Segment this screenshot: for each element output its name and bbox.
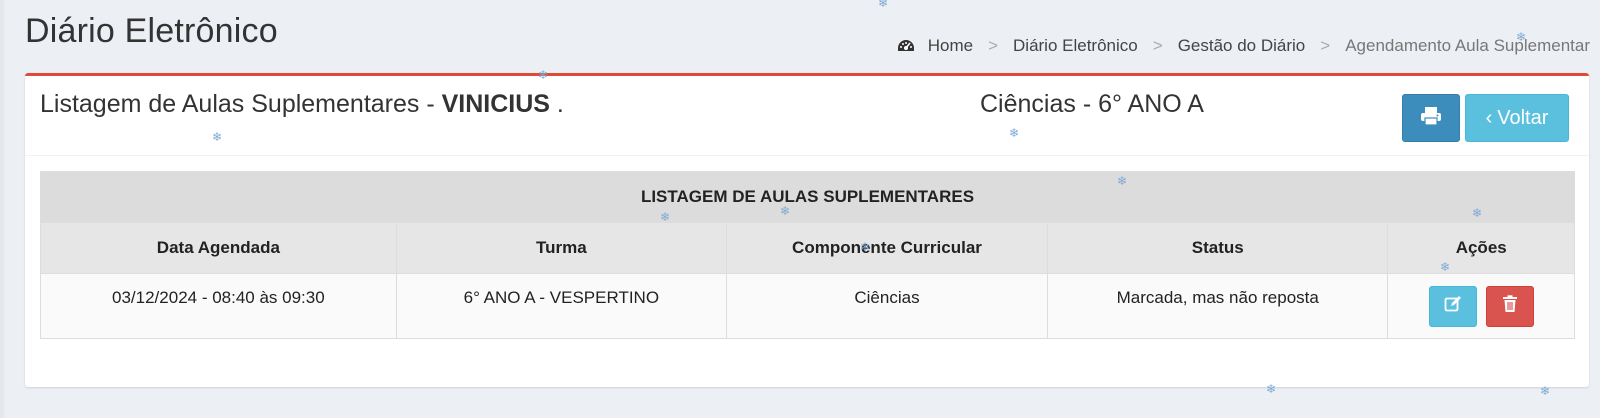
header-turma: Turma	[395, 222, 727, 274]
back-button[interactable]: ‹ Voltar	[1465, 94, 1569, 142]
breadcrumb-home[interactable]: Home	[928, 36, 973, 56]
table-row: 03/12/2024 - 08:40 às 09:30 6° ANO A - V…	[40, 273, 1575, 339]
list-title-prefix: Listagem de Aulas Suplementares -	[40, 90, 442, 118]
dashboard-icon	[896, 38, 916, 54]
breadcrumb: Home > Diário Eletrônico > Gestão do Diá…	[896, 36, 1590, 56]
main-box: Listagem de Aulas Suplementares - VINICI…	[25, 73, 1589, 387]
cell-turma: 6° ANO A - VESPERTINO	[395, 273, 727, 339]
table-caption: LISTAGEM DE AULAS SUPLEMENTARES	[40, 171, 1575, 223]
cell-componente: Ciências	[725, 273, 1049, 339]
list-title-suffix: .	[549, 90, 564, 118]
back-button-label: Voltar	[1497, 106, 1549, 129]
edit-icon	[1444, 295, 1462, 318]
teacher-name: VINICIUS	[441, 90, 550, 118]
cell-date: 03/12/2024 - 08:40 às 09:30	[40, 273, 397, 339]
subject-class-label: Ciências - 6° ANO A	[980, 90, 1204, 118]
breadcrumb-separator: >	[1152, 36, 1163, 55]
print-button[interactable]	[1402, 94, 1460, 142]
cell-actions	[1387, 273, 1575, 339]
trash-icon	[1502, 295, 1518, 318]
list-title: Listagem de Aulas Suplementares - VINICI…	[40, 90, 564, 119]
delete-button[interactable]	[1485, 286, 1534, 327]
breadcrumb-gestao[interactable]: Gestão do Diário	[1178, 36, 1306, 56]
header-componente: Componente Curricular	[725, 222, 1049, 274]
content-header: Diário Eletrônico Home > Diário Eletrôni…	[25, 12, 1600, 62]
chevron-left-icon: ‹	[1485, 106, 1493, 129]
page-title: Diário Eletrônico	[25, 12, 278, 50]
snowflake-icon: ❄	[878, 0, 889, 10]
breadcrumb-separator: >	[1320, 36, 1331, 55]
breadcrumb-separator: >	[988, 36, 999, 55]
breadcrumb-current: Agendamento Aula Suplementar	[1345, 36, 1590, 55]
breadcrumb-diario[interactable]: Diário Eletrônico	[1013, 36, 1138, 56]
edit-button[interactable]	[1428, 286, 1477, 327]
supplementary-classes-table: LISTAGEM DE AULAS SUPLEMENTARES Data Age…	[40, 171, 1575, 339]
sidebar-edge	[0, 0, 4, 418]
box-header: Listagem de Aulas Suplementares - VINICI…	[25, 76, 1589, 156]
print-icon	[1420, 106, 1442, 131]
header-acoes: Ações	[1387, 222, 1575, 274]
cell-status: Marcada, mas não reposta	[1047, 273, 1389, 339]
header-data-agendada: Data Agendada	[40, 222, 397, 274]
header-status: Status	[1047, 222, 1389, 274]
